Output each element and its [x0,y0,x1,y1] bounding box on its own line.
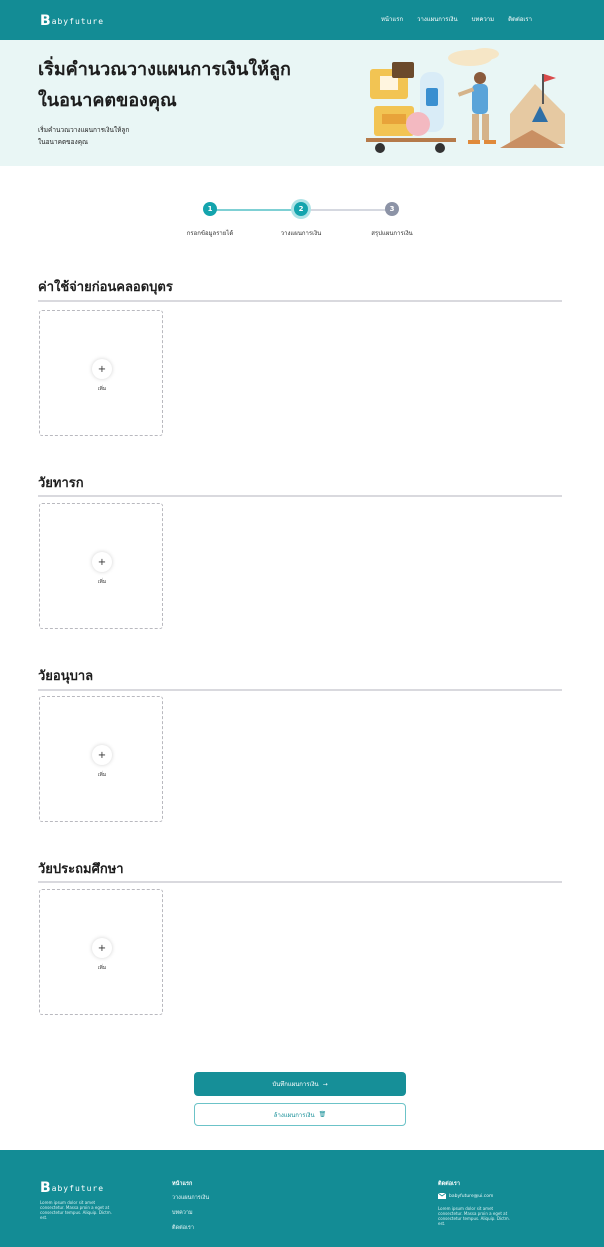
section-divider [38,881,562,883]
trash-icon: 🗑 [318,1111,327,1118]
footer-menu-heading[interactable]: หน้าแรก [172,1180,192,1188]
step-connector-2 [302,209,392,211]
section-title-prenatal: ค่าใช้จ่ายก่อนคลอดบุตร [38,280,173,295]
step-2-label: วางแผนการเงิน [280,230,322,237]
logo-mark: B [40,13,51,29]
nav-articles[interactable]: บทความ [472,14,494,24]
save-plan-button[interactable]: บันทึกแผนการเงิน → [194,1072,406,1096]
footer-link-contact[interactable]: ติดต่อเรา [172,1224,194,1232]
add-expense-card-kindergarten[interactable]: + เพิ่ม [39,696,163,822]
plus-icon[interactable]: + [92,745,112,765]
section-title-primary-school: วัยประถมศึกษา [38,862,124,877]
footer-email-text: babyfuture@ui.com [449,1193,494,1199]
save-plan-label: บันทึกแผนการเงิน [272,1081,319,1088]
step-3-dot[interactable]: 3 [385,202,399,216]
step-1-dot[interactable]: 1 [203,202,217,216]
section-divider [38,689,562,691]
add-label: เพิ่ม [97,579,107,585]
hero-subtitle-line1: เริ่มคำนวณวางแผนการเงินให้ลูก [38,126,130,134]
footer: B abyfuture Lorem ipsum dolor sit amet c… [0,1150,604,1247]
footer-contact-description: Lorem ipsum dolor sit amet consectetur. … [438,1206,510,1226]
plus-icon[interactable]: + [92,359,112,379]
hero-title: เริ่มคำนวณวางแผนการเงินให้ลูก ในอนาคตของ… [38,54,338,116]
top-navbar: B abyfuture หน้าแรก วางแผนการเงิน บทความ… [0,0,604,40]
progress-stepper: 1 2 3 กรอกข้อมูลรายได้ วางแผนการเงิน สรุ… [170,200,440,240]
hero-title-line1: เริ่มคำนวณวางแผนการเงินให้ลูก [38,59,291,80]
section-divider [38,300,562,302]
footer-logo[interactable]: B abyfuture [40,1180,104,1196]
hero-title-line2: ในอนาคตของคุณ [38,90,177,111]
hero-subtitle-line2: ในอนาคตของคุณ [38,138,89,146]
plus-icon[interactable]: + [92,938,112,958]
hero-subtitle: เริ่มคำนวณวางแผนการเงินให้ลูก ในอนาคตของ… [38,124,198,148]
section-divider [38,495,562,497]
plus-icon[interactable]: + [92,552,112,572]
add-expense-card-infant[interactable]: + เพิ่ม [39,503,163,629]
arrow-right-icon: → [322,1080,328,1088]
footer-logo-mark: B [40,1180,51,1196]
clear-plan-label: ล้างแผนการเงิน [273,1111,315,1119]
mail-icon [438,1193,446,1199]
footer-email[interactable]: babyfuture@ui.com [438,1193,493,1199]
footer-link-articles[interactable]: บทความ [172,1209,193,1217]
logo-word: abyfuture [51,16,105,26]
add-label: เพิ่ม [97,772,107,778]
step-2-dot[interactable]: 2 [294,202,308,216]
nav-home[interactable]: หน้าแรก [381,14,403,24]
hero-banner: เริ่มคำนวณวางแผนการเงินให้ลูก ในอนาคตของ… [0,40,604,166]
hero-illustration [366,48,565,153]
add-label: เพิ่ม [97,386,107,392]
step-3-label: สรุปแผนการเงิน [371,230,413,237]
add-expense-card-prenatal[interactable]: + เพิ่ม [39,310,163,436]
add-label: เพิ่ม [97,965,107,971]
footer-link-planning[interactable]: วางแผนการเงิน [172,1194,209,1202]
footer-logo-word: abyfuture [51,1183,105,1193]
step-connector-1 [210,209,302,211]
clear-plan-button[interactable]: ล้างแผนการเงิน 🗑 [194,1103,406,1126]
brand-logo[interactable]: B abyfuture [40,13,104,29]
nav-contact[interactable]: ติดต่อเรา [508,14,532,24]
step-1-label: กรอกข้อมูลรายได้ [186,230,234,237]
nav-planning[interactable]: วางแผนการเงิน [417,14,457,24]
section-title-kindergarten: วัยอนุบาล [38,669,94,684]
add-expense-card-primary-school[interactable]: + เพิ่ม [39,889,163,1015]
footer-description: Lorem ipsum dolor sit amet consectetur. … [40,1200,112,1220]
footer-contact-heading: ติดต่อเรา [438,1181,460,1187]
section-title-infant: วัยทารก [38,476,84,491]
main-nav: หน้าแรก วางแผนการเงิน บทความ ติดต่อเรา [381,14,532,24]
